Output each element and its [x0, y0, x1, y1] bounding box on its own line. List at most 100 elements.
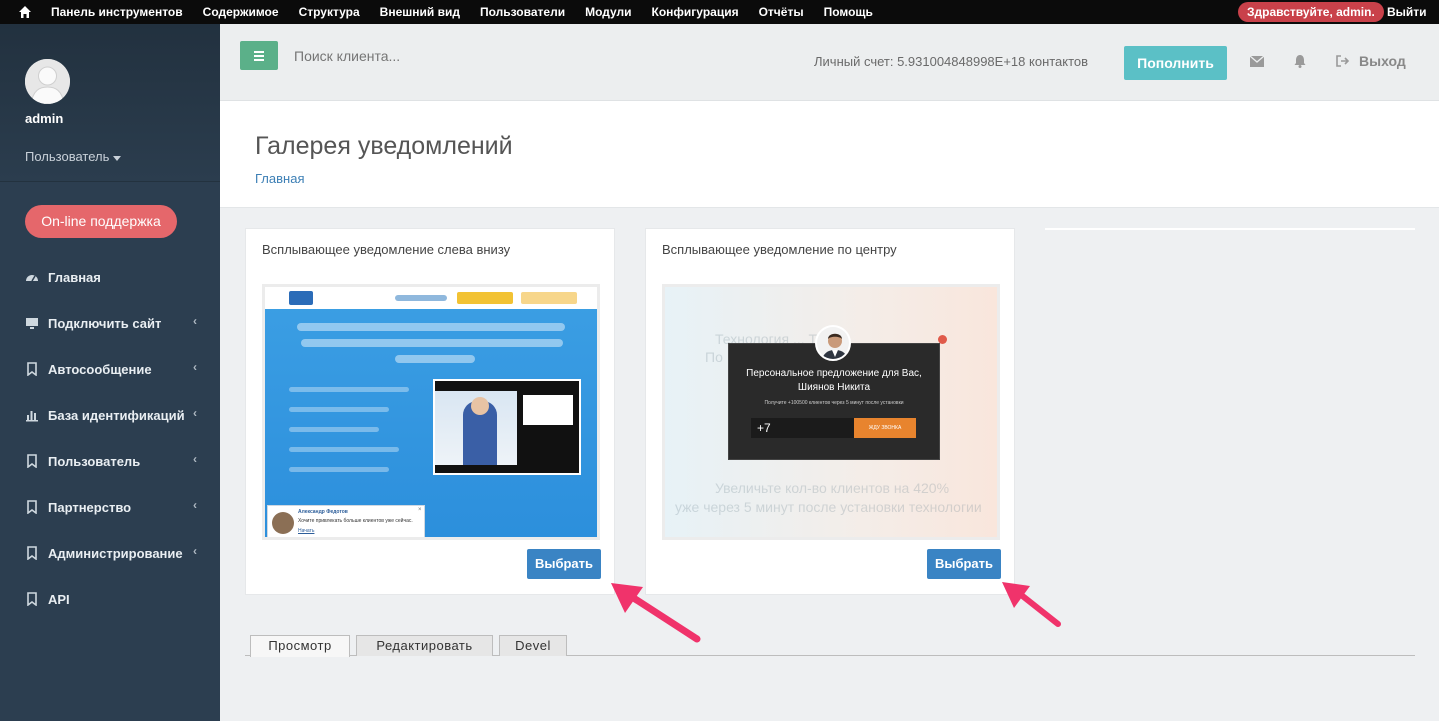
sidebar-nav: Главная Подключить сайт ‹ Автосообщение … — [0, 254, 220, 622]
sidebar-item-label: База идентификаций — [48, 407, 185, 423]
online-support-button[interactable]: On-line поддержка — [25, 205, 177, 238]
preview-landing-page: Александр Федотов Хочите привлекать боль… — [265, 287, 597, 537]
chevron-left-icon: ‹ — [193, 498, 197, 512]
envelope-icon[interactable] — [1250, 56, 1264, 67]
admin-menu-users[interactable]: Пользователи — [480, 5, 565, 19]
card-title: Всплывающее уведомление слева внизу — [262, 242, 511, 257]
preview-landing-page: Технология ... Tools По ... ого Увеличьт… — [665, 287, 997, 537]
sidebar-item-label: Администрирование — [48, 545, 183, 561]
close-icon: × — [418, 507, 422, 513]
home-icon[interactable] — [18, 5, 32, 19]
top-header: Личный счет: 5.931004848998E+18 контакто… — [220, 24, 1439, 101]
bookmark-icon — [27, 592, 37, 606]
tab-edit[interactable]: Редактировать — [356, 635, 493, 656]
sidebar-item-label: Партнерство — [48, 499, 132, 515]
user-panel: admin Пользователь — [0, 24, 220, 182]
bell-icon[interactable] — [1293, 54, 1307, 68]
call-me-button: ЖДУ ЗВОНКА — [854, 418, 916, 438]
preview-popup-notice: Александр Федотов Хочите привлекать боль… — [267, 505, 425, 537]
logout-label: Выход — [1359, 53, 1406, 69]
bookmark-icon — [27, 500, 37, 514]
preview-video — [433, 379, 581, 475]
bookmark-icon — [27, 546, 37, 560]
admin-menu-configuration[interactable]: Конфигурация — [652, 5, 739, 19]
sidebar-item-partnership[interactable]: Партнерство ‹ — [0, 484, 220, 530]
monitor-icon — [26, 318, 38, 329]
select-button[interactable]: Выбрать — [527, 549, 601, 579]
card-title: Всплывающее уведомление по центру — [662, 242, 897, 257]
preview-image[interactable]: Технология ... Tools По ... ого Увеличьт… — [662, 284, 1000, 540]
dashboard-icon — [26, 275, 38, 282]
menu-toggle-button[interactable] — [240, 41, 278, 70]
manager-photo — [815, 325, 851, 361]
sidebar-item-connect-site[interactable]: Подключить сайт ‹ — [0, 300, 220, 346]
admin-menu-modules[interactable]: Модули — [585, 5, 631, 19]
sidebar-item-api[interactable]: API — [0, 576, 220, 622]
preview-bg-text-1: Увеличьте кол-во клиентов на 420% — [715, 480, 950, 496]
notice-avatar — [272, 512, 294, 534]
notice-name: Александр Федотов — [298, 509, 348, 515]
notification-card-center: Всплывающее уведомление по центру Технол… — [645, 228, 1015, 595]
page-heading: Галерея уведомлений Главная — [220, 101, 1439, 208]
chevron-left-icon: ‹ — [193, 314, 197, 328]
page-title: Галерея уведомлений — [255, 132, 513, 160]
sidebar-item-automessage[interactable]: Автосообщение ‹ — [0, 346, 220, 392]
sidebar-item-label: Главная — [48, 269, 101, 285]
admin-menu: Панель инструментов Содержимое Структура… — [51, 0, 893, 24]
chevron-left-icon: ‹ — [193, 544, 197, 558]
vk-logo — [289, 291, 313, 305]
bar-chart-icon — [26, 411, 38, 422]
close-icon — [938, 335, 947, 344]
sidebar-item-home[interactable]: Главная — [0, 254, 220, 300]
admin-menu-dashboard[interactable]: Панель инструментов — [51, 5, 183, 19]
client-search-input[interactable] — [294, 42, 554, 70]
sidebar-item-administration[interactable]: Администрирование ‹ — [0, 530, 220, 576]
admin-toolbar: Панель инструментов Содержимое Структура… — [0, 0, 1439, 24]
bookmark-icon — [27, 362, 37, 376]
sidebar-item-identification-base[interactable]: База идентификаций ‹ — [0, 392, 220, 438]
offer-text: Персональное предложение для Вас, Шиянов… — [728, 367, 940, 395]
admin-menu-appearance[interactable]: Внешний вид — [380, 5, 460, 19]
sidebar-item-label: Автосообщение — [48, 361, 152, 377]
avatar[interactable] — [25, 59, 70, 104]
offer-fine-print: Получите +100500 клиентов через 5 минут … — [764, 400, 904, 406]
sign-out-icon — [1336, 55, 1350, 67]
tab-devel[interactable]: Devel — [499, 635, 567, 656]
greeting-badge[interactable]: Здравствуйте, admin. — [1238, 2, 1384, 22]
user-role-label: Пользователь — [25, 149, 110, 164]
preview-image[interactable]: Александр Федотов Хочите привлекать боль… — [262, 284, 600, 540]
admin-logout-link[interactable]: Выйти — [1387, 0, 1427, 24]
sidebar-item-label: API — [48, 591, 70, 607]
pointer-arrow-icon — [1002, 582, 1061, 627]
chevron-left-icon: ‹ — [193, 360, 197, 374]
offer-line: Персональное предложение для Вас, — [746, 368, 922, 379]
preview-bg-text-2: уже через 5 минут после установки технол… — [675, 499, 982, 515]
bookmark-icon — [27, 454, 37, 468]
sidebar-item-label: Подключить сайт — [48, 315, 162, 331]
admin-menu-help[interactable]: Помощь — [824, 5, 873, 19]
user-silhouette-icon — [25, 59, 70, 104]
tab-bar: Просмотр Редактировать Devel — [245, 634, 1415, 657]
logout-button[interactable]: Выход — [1336, 53, 1406, 69]
account-balance: Личный счет: 5.931004848998E+18 контакто… — [814, 54, 1089, 69]
user-role-dropdown[interactable]: Пользователь — [25, 149, 121, 164]
sidebar: admin Пользователь On-line поддержка Гла… — [0, 24, 220, 721]
tab-view[interactable]: Просмотр — [250, 635, 350, 657]
caret-down-icon — [113, 156, 121, 161]
notice-link: Начать — [298, 528, 315, 534]
breadcrumb-home[interactable]: Главная — [255, 171, 304, 186]
select-button[interactable]: Выбрать — [927, 549, 1001, 579]
topup-button[interactable]: Пополнить — [1124, 46, 1227, 80]
sidebar-item-label: Пользователь — [48, 453, 141, 469]
chevron-left-icon: ‹ — [193, 406, 197, 420]
notification-card-bottom-left: Всплывающее уведомление слева внизу Алек… — [245, 228, 615, 595]
admin-menu-reports[interactable]: Отчёты — [759, 5, 804, 19]
admin-menu-content[interactable]: Содержимое — [203, 5, 279, 19]
card-placeholder — [1045, 228, 1415, 230]
sidebar-username: admin — [25, 111, 64, 126]
sidebar-item-user[interactable]: Пользователь ‹ — [0, 438, 220, 484]
phone-field: +7 — [751, 418, 855, 438]
admin-menu-structure[interactable]: Структура — [299, 5, 360, 19]
notice-message: Хочите привлекать больше клиентов уже се… — [298, 518, 413, 524]
offer-name: Шиянов Никита — [797, 382, 871, 393]
